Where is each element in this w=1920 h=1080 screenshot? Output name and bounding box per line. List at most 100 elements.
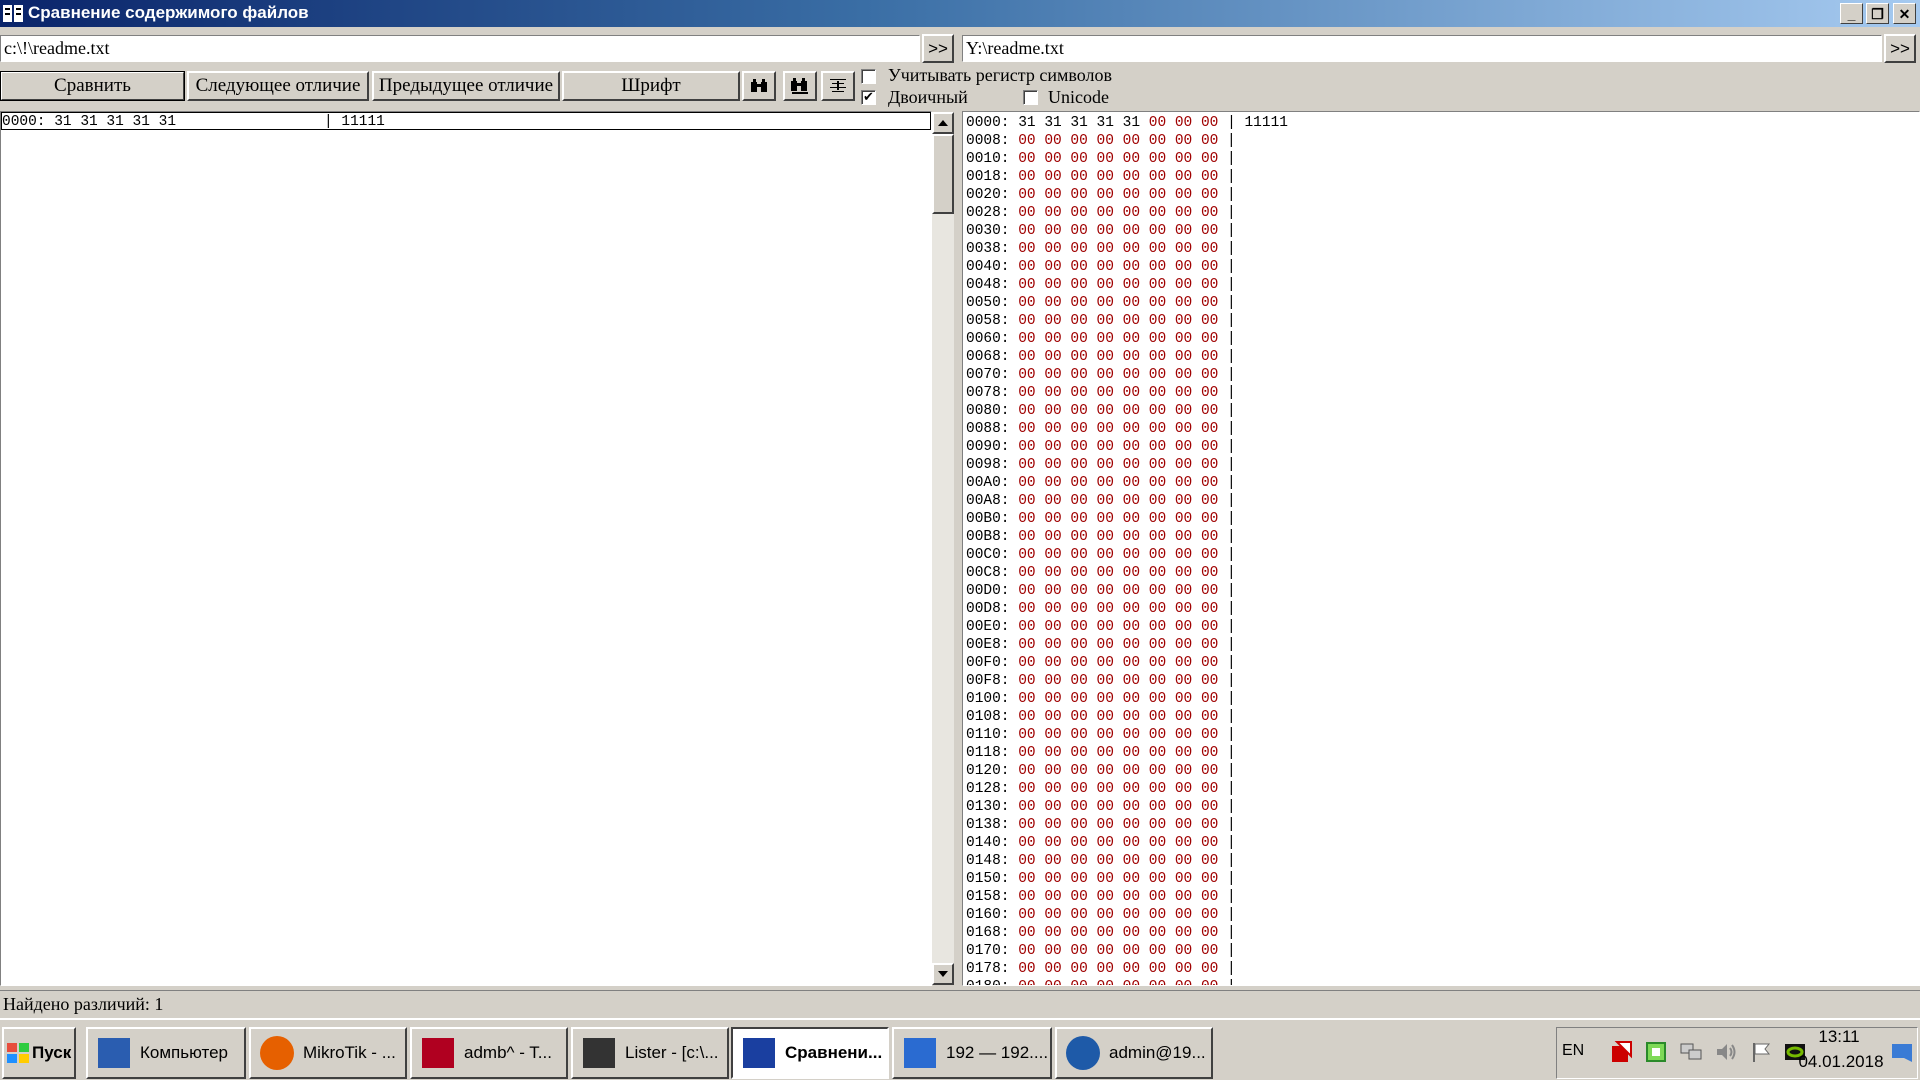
arrow-up-icon [938, 120, 948, 126]
taskbar-button[interactable]: Сравнени... [731, 1027, 889, 1079]
right-hex-pane[interactable]: 0000: 31 31 31 31 31 00 00 00 | 11111 00… [962, 111, 1920, 986]
hex-bytes-diff: 00 00 00 00 00 00 00 00 [1018, 637, 1219, 653]
taskbar-button-label: Lister - [c:\... [625, 1043, 719, 1062]
hex-bytes-diff: 00 00 00 00 00 00 00 00 [1018, 907, 1219, 923]
hex-offset: 00C0: [966, 547, 1010, 563]
scroll-up-button[interactable] [932, 112, 954, 134]
left-pane-scrollbar[interactable] [932, 112, 954, 985]
title-bar[interactable]: Сравнение содержимого файлов _ ❐ ✕ [0, 0, 1920, 27]
hex-bytes-diff: 00 00 00 00 00 00 00 00 [1018, 421, 1219, 437]
clock-time[interactable]: 13:11 [1814, 1027, 1864, 1047]
hex-line: 0100: 00 00 00 00 00 00 00 00 | [966, 690, 1919, 708]
hex-separator: | [1218, 223, 1236, 239]
restore-button[interactable]: ❐ [1866, 3, 1889, 24]
hex-separator: | [1218, 151, 1236, 167]
find-button[interactable] [742, 71, 776, 101]
hex-offset: 0098: [966, 457, 1010, 473]
hex-line: 0080: 00 00 00 00 00 00 00 00 | [966, 402, 1919, 420]
antivirus-icon[interactable] [1609, 1040, 1633, 1064]
hex-bytes-diff: 00 00 00 00 00 00 00 00 [1018, 403, 1219, 419]
start-button[interactable]: Пуск [2, 1027, 76, 1079]
left-hex-pane[interactable]: 0000: 31 31 31 31 31 | 11111 [0, 111, 932, 986]
hex-bytes-diff: 00 00 00 00 00 00 00 00 [1018, 619, 1219, 635]
compare-icon [743, 1038, 775, 1068]
network-icon[interactable] [1679, 1040, 1703, 1064]
hex-bytes-diff: 00 00 00 00 00 00 00 00 [1018, 151, 1219, 167]
hex-bytes-diff: 00 00 00 00 00 00 00 00 [1018, 241, 1219, 257]
hex-offset: 0000: [2, 114, 46, 130]
case-sensitive-checkbox[interactable] [861, 69, 876, 84]
hex-offset: 0070: [966, 367, 1010, 383]
unicode-checkbox[interactable] [1023, 90, 1038, 105]
hex-offset: 0090: [966, 439, 1010, 455]
hex-line: 0058: 00 00 00 00 00 00 00 00 | [966, 312, 1919, 330]
font-button[interactable]: Шрифт [562, 71, 740, 101]
hex-separator: | [1218, 313, 1236, 329]
hex-line: 0078: 00 00 00 00 00 00 00 00 | [966, 384, 1919, 402]
clock-date[interactable]: 04.01.2018 [1796, 1052, 1886, 1072]
hex-line: 0038: 00 00 00 00 00 00 00 00 | [966, 240, 1919, 258]
hex-separator: | [1218, 961, 1236, 977]
hex-line: 00F8: 00 00 00 00 00 00 00 00 | [966, 672, 1919, 690]
taskbar-button[interactable]: Компьютер [86, 1027, 246, 1079]
case-sensitive-label: Учитывать регистр символов [888, 65, 1112, 85]
hex-separator: | [1218, 709, 1236, 725]
hex-separator: | [1218, 835, 1236, 851]
hex-offset: 0058: [966, 313, 1010, 329]
hex-separator: | [1218, 493, 1236, 509]
minimize-button[interactable]: _ [1840, 3, 1863, 24]
hex-offset: 00C8: [966, 565, 1010, 581]
hex-bytes-diff: 00 00 00 00 00 00 00 00 [1018, 187, 1219, 203]
hex-separator: | [1218, 781, 1236, 797]
hex-offset: 0020: [966, 187, 1010, 203]
binary-checkbox[interactable]: ✔ [861, 90, 876, 105]
compare-button[interactable]: Сравнить [0, 71, 185, 101]
close-button[interactable]: ✕ [1893, 3, 1916, 24]
language-indicator[interactable]: EN [1562, 1042, 1584, 1060]
hex-bytes-diff: 00 00 00 00 00 00 00 00 [1018, 133, 1219, 149]
settings-button[interactable] [821, 71, 855, 101]
hex-bytes-diff: 00 00 00 00 00 00 00 00 [1018, 295, 1219, 311]
hex-bytes-diff: 00 00 00 00 00 00 00 00 [1018, 853, 1219, 869]
hex-bytes-diff: 00 00 00 00 00 00 00 00 [1018, 349, 1219, 365]
hex-offset: 00F8: [966, 673, 1010, 689]
hex-line: 0150: 00 00 00 00 00 00 00 00 | [966, 870, 1919, 888]
action-center-flag-icon[interactable] [1749, 1040, 1773, 1064]
taskbar-button[interactable]: admin@19... [1055, 1027, 1213, 1079]
taskbar-button[interactable]: 192 — 192.... [892, 1027, 1052, 1079]
taskbar-button[interactable]: admb^ - T... [410, 1027, 568, 1079]
right-file-path-input[interactable]: Y:\readme.txt [962, 35, 1882, 62]
hex-offset: 00B0: [966, 511, 1010, 527]
hex-line: 0160: 00 00 00 00 00 00 00 00 | [966, 906, 1919, 924]
hex-offset: 00D0: [966, 583, 1010, 599]
previous-difference-button[interactable]: Предыдущее отличие [372, 71, 560, 101]
taskbar-button-label: MikroTik - ... [303, 1043, 396, 1062]
scroll-down-button[interactable] [932, 963, 954, 985]
hex-offset: 0068: [966, 349, 1010, 365]
taskbar-button[interactable]: MikroTik - ... [249, 1027, 407, 1079]
hex-separator: | [1218, 259, 1236, 275]
hex-line: 0008: 00 00 00 00 00 00 00 00 | [966, 132, 1919, 150]
hex-bytes-diff: 00 00 00 00 00 00 00 00 [1018, 889, 1219, 905]
hex-bytes-diff: 00 00 00 00 00 00 00 00 [1018, 925, 1219, 941]
hex-line: 0120: 00 00 00 00 00 00 00 00 | [966, 762, 1919, 780]
scroll-thumb[interactable] [932, 134, 954, 214]
show-desktop-icon[interactable] [1890, 1040, 1914, 1064]
hex-offset: 00D8: [966, 601, 1010, 617]
find-next-button[interactable] [783, 71, 817, 101]
right-browse-button[interactable]: >> [1884, 34, 1916, 63]
hex-line: 0158: 00 00 00 00 00 00 00 00 | [966, 888, 1919, 906]
hex-separator: | [1218, 385, 1236, 401]
network-monitor-icon[interactable] [1644, 1040, 1668, 1064]
hex-separator: | [1218, 619, 1236, 635]
hex-offset: 0150: [966, 871, 1010, 887]
next-difference-button[interactable]: Следующее отличие [187, 71, 369, 101]
left-browse-button[interactable]: >> [922, 34, 954, 63]
volume-icon[interactable] [1714, 1040, 1738, 1064]
taskbar-button[interactable]: Lister - [c:\... [571, 1027, 729, 1079]
hex-offset: 0008: [966, 133, 1010, 149]
hex-separator: | [1218, 655, 1236, 671]
taskbar-button-label: Компьютер [140, 1043, 228, 1062]
left-file-path-input[interactable]: c:\!\readme.txt [0, 35, 920, 62]
hex-line: 0178: 00 00 00 00 00 00 00 00 | [966, 960, 1919, 978]
